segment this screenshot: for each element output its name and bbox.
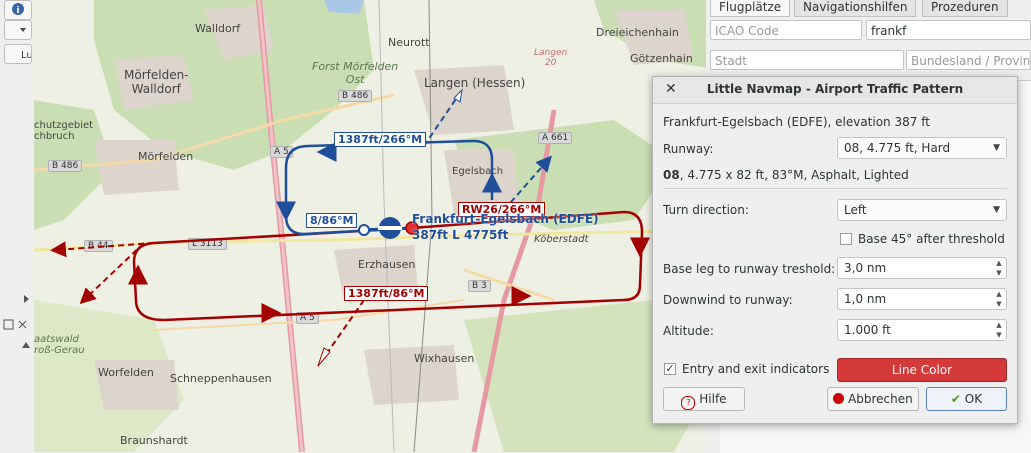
runway-combobox-value: 08, 4.775 ft, Hard (844, 141, 951, 155)
label-red-downwind: 1387ft/86°M (344, 286, 429, 301)
cancel-button-label: Abbrechen (848, 392, 913, 406)
tab-prozeduren[interactable]: Prozeduren (922, 0, 1008, 17)
airport-info-line: Frankfurt-Egelsbach (EDFE), elevation 38… (663, 115, 930, 129)
downwind-value: 1,0 nm (844, 292, 887, 306)
runway-details-number: 08 (663, 168, 680, 182)
runway-details-text: , 4.775 x 82 ft, 83°M, Asphalt, Lighted (679, 168, 909, 182)
city-field[interactable]: Stadt (710, 50, 904, 70)
turn-direction-combobox[interactable]: Left ▼ (837, 199, 1007, 221)
scroll-right-icon[interactable] (22, 292, 32, 306)
altitude-label: Altitude: (663, 324, 714, 338)
runway-label: Runway: (663, 142, 714, 156)
base45-checkbox[interactable] (840, 233, 852, 245)
entry-exit-checkbox[interactable]: ✓ (664, 363, 676, 375)
help-button[interactable]: ? Hilfe (663, 387, 745, 411)
svg-text:i: i (16, 6, 19, 16)
scroll-up-icon[interactable] (2, 336, 32, 354)
cancel-button[interactable]: Abbrechen (827, 387, 919, 411)
svg-text:Lu: Lu (21, 50, 31, 61)
help-icon: ? (681, 396, 696, 410)
base45-label: Base 45° after threshold (858, 232, 1005, 246)
dialog-title: Little Navmap - Airport Traffic Pattern (706, 82, 964, 96)
runway-details: 08, 4.775 x 82 ft, 83°M, Asphalt, Lighte… (663, 168, 909, 182)
altitude-spinbox[interactable]: 1.000 ft ▲ ▼ (837, 319, 1007, 341)
airport-name-label: Frankfurt-Egelsbach (EDFE) (412, 212, 599, 226)
base-leg-label: Base leg to runway treshold: (663, 262, 836, 276)
spin-down-icon[interactable]: ▼ (993, 330, 1005, 340)
turn-direction-label: Turn direction: (663, 203, 749, 217)
spin-down-icon[interactable]: ▼ (993, 268, 1005, 278)
traffic-pattern-overlay (50, 88, 650, 367)
spin-up-icon[interactable]: ▲ (993, 320, 1005, 330)
spin-up-icon[interactable]: ▲ (993, 289, 1005, 299)
downwind-label: Downwind to runway: (663, 293, 793, 307)
label-blue-final: 8/86°M (306, 213, 358, 228)
runway-combobox[interactable]: 08, 4.775 ft, Hard ▼ (837, 137, 1007, 159)
line-color-button[interactable]: Line Color (837, 358, 1007, 382)
tab-flugplaetze[interactable]: Flugplätze (710, 0, 791, 17)
chevron-down-icon: ▼ (993, 205, 1000, 215)
turn-direction-value: Left (844, 203, 867, 217)
name-search-field[interactable]: frankf (866, 20, 1031, 40)
cancel-icon (833, 393, 845, 404)
tab-navigationshilfen[interactable]: Navigationshilfen (794, 0, 917, 17)
base-leg-spinbox[interactable]: 3,0 nm ▲ ▼ (837, 257, 1007, 279)
spin-up-icon[interactable]: ▲ (993, 258, 1005, 268)
lu-button[interactable]: Lu (4, 44, 33, 64)
ok-button[interactable]: ✔ OK (926, 387, 1007, 411)
altitude-value: 1.000 ft (844, 323, 891, 337)
icao-code-field[interactable]: ICAO Code (710, 20, 862, 40)
dock-float-icon[interactable] (2, 318, 32, 332)
ok-icon: ✔ (950, 392, 961, 406)
spin-down-icon[interactable]: ▼ (993, 299, 1005, 309)
help-button-label: Hilfe (699, 392, 727, 406)
left-toolbar-strip: i Lu (0, 0, 35, 452)
airport-info-label: 387ft L 4775ft (412, 228, 509, 242)
label-blue-downwind: 1387ft/266°M (334, 132, 427, 147)
map-view[interactable]: Walldorf Neurott Dreieichenhain Götzenha… (34, 0, 724, 452)
info-icon[interactable]: i (4, 0, 32, 20)
entry-exit-label: Entry and exit indicators (682, 362, 830, 376)
state-field[interactable]: Bundesland / Provinz (906, 50, 1031, 70)
ok-button-label: OK (964, 392, 983, 406)
base-leg-value: 3,0 nm (844, 261, 887, 275)
separator (663, 188, 1007, 189)
downwind-spinbox[interactable]: 1,0 nm ▲ ▼ (837, 288, 1007, 310)
traffic-pattern-dialog: ✕ Little Navmap - Airport Traffic Patter… (652, 76, 1018, 424)
dropdown-icon[interactable] (4, 20, 32, 40)
dialog-titlebar: ✕ Little Navmap - Airport Traffic Patter… (653, 77, 1017, 104)
chevron-down-icon: ▼ (993, 143, 1000, 153)
